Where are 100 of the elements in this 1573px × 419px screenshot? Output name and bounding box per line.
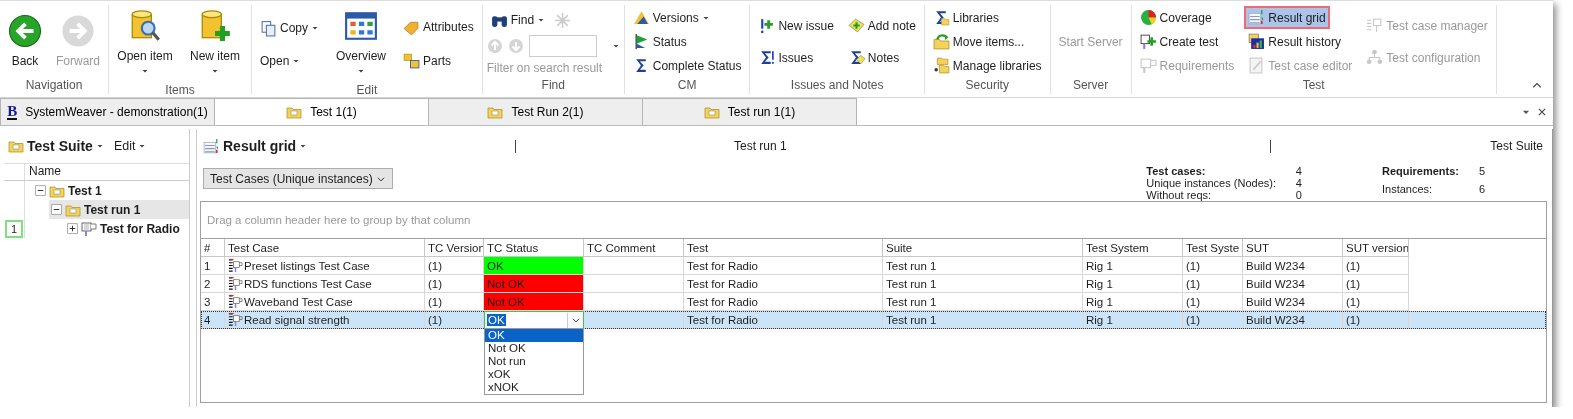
- ribbon-button[interactable]: Issues: [754, 46, 818, 69]
- table-cell: 2: [201, 275, 225, 293]
- ribbon-button[interactable]: Create test: [1135, 30, 1223, 53]
- bar-chart-icon: [1248, 33, 1266, 50]
- tab-label: Test Run 2(1): [511, 105, 584, 119]
- group-label: Items: [164, 83, 196, 97]
- table-cell: Read signal strength: [244, 313, 350, 326]
- column-header[interactable]: Test Syste: [1183, 239, 1243, 257]
- ribbon-button[interactable]: Notes: [843, 46, 904, 69]
- view-select[interactable]: Test Cases (Unique instances): [203, 168, 393, 189]
- group-label: Server: [1071, 78, 1110, 94]
- ribbon-button[interactable]: New issue: [754, 14, 838, 37]
- hierarchy-icon: [1366, 49, 1384, 66]
- test-case-icon: [228, 312, 243, 327]
- table-cell: (1): [1343, 257, 1409, 275]
- ribbon-button[interactable]: Coverage: [1135, 6, 1216, 29]
- grid-lines-icon: [203, 137, 220, 155]
- close-icon: [1537, 106, 1547, 117]
- document-tab[interactable]: B SystemWeaver - demonstration(1): [0, 98, 215, 125]
- column-header[interactable]: SUT version: [1343, 239, 1409, 257]
- dropdown-button[interactable]: [567, 312, 583, 328]
- stat-value: 4: [1294, 177, 1302, 189]
- group-label: Edit: [355, 83, 379, 97]
- edit-menu-button[interactable]: Edit: [113, 139, 147, 153]
- row-badge: 1: [5, 219, 23, 238]
- table-cell: Build W234: [1243, 257, 1343, 275]
- filter-label: Filter on search result: [486, 60, 603, 75]
- tree-item[interactable]: Test 1: [33, 181, 189, 200]
- view-menu-button[interactable]: Result grid: [203, 137, 308, 155]
- scope-label: Test Suite: [1489, 139, 1544, 153]
- app-logo: B: [7, 104, 18, 120]
- stat-label: Without reqs:: [1146, 189, 1213, 201]
- table-cell: Rig 1: [1083, 311, 1183, 329]
- table-cell: Rig 1: [1083, 275, 1183, 293]
- stat-label: Unique instances (Nodes):: [1146, 177, 1276, 189]
- table-cell: (1): [1343, 311, 1409, 329]
- find-button[interactable]: Find: [486, 8, 550, 32]
- folder-move-icon: [932, 33, 950, 50]
- grid-window-icon: [344, 9, 379, 43]
- column-header[interactable]: TC Comment: [584, 239, 684, 257]
- group-label: Test: [1301, 78, 1326, 94]
- ribbon-button[interactable]: Status: [628, 30, 691, 53]
- search-field[interactable]: [528, 35, 597, 57]
- table-cell: RDS functions Test Case: [244, 277, 372, 290]
- column-header[interactable]: Test: [684, 239, 883, 257]
- ribbon-button[interactable]: Overview: [329, 5, 394, 83]
- document-tab[interactable]: Test Run 2(1): [428, 98, 643, 125]
- ribbon-button[interactable]: Manage libraries: [928, 54, 1046, 77]
- folders-icon: [932, 57, 950, 74]
- pie-chart-icon: [1139, 9, 1157, 26]
- table-cell: Test run 1: [883, 257, 1083, 275]
- column-header[interactable]: Test Case: [225, 239, 425, 257]
- ribbon-button[interactable]: Open: [256, 51, 305, 72]
- tree-item[interactable]: Test for Radio: [65, 219, 189, 238]
- folder-icon: [703, 104, 720, 120]
- table-cell: Test for Radio: [684, 257, 883, 275]
- ribbon-button[interactable]: New item: [183, 5, 247, 83]
- ribbon-button[interactable]: Complete Status: [628, 54, 746, 77]
- ribbon-button[interactable]: Copy: [256, 16, 324, 40]
- table-cell: Test run 1: [883, 275, 1083, 293]
- column-header[interactable]: Test System: [1083, 239, 1183, 257]
- create-test-icon: [1139, 33, 1157, 50]
- table-cell: Test for Radio: [684, 275, 883, 293]
- ribbon-button[interactable]: Libraries: [928, 6, 1003, 29]
- table-cell: Preset listings Test Case: [244, 259, 370, 272]
- ribbon-button[interactable]: Add note: [843, 14, 920, 37]
- table-cell: Build W234: [1243, 275, 1343, 293]
- copy-icon: [260, 19, 277, 37]
- column-header[interactable]: Name: [25, 164, 61, 180]
- ribbon-button[interactable]: Parts: [399, 49, 456, 73]
- ribbon-button[interactable]: Open item: [113, 5, 177, 83]
- table-cell: (1): [1183, 311, 1243, 329]
- ribbon-button[interactable]: Result grid: [1244, 6, 1330, 29]
- table-row[interactable]: 1 Preset listings Test Case (1) OK Test for Radio Test run 1 Rig 1 (1) Build W234 (1): [201, 257, 1546, 275]
- new-issue-icon: [758, 17, 776, 34]
- caret-icon: [299, 142, 308, 150]
- table-cell: Test for Radio: [684, 311, 883, 329]
- stat-label: Test cases:: [1146, 165, 1207, 177]
- tab-label: Test run 1(1): [727, 105, 796, 119]
- ribbon-button[interactable]: Back: [4, 10, 46, 73]
- table-cell: (1): [1183, 275, 1243, 293]
- stat-value: 4: [1294, 165, 1302, 177]
- column-header[interactable]: #: [201, 239, 225, 257]
- versions-icon: [632, 9, 650, 26]
- panel-menu-button[interactable]: Test Suite: [8, 138, 104, 154]
- ribbon-button[interactable]: Attributes: [399, 15, 478, 39]
- ribbon-button[interactable]: Result history: [1244, 30, 1345, 53]
- ribbon-button[interactable]: Versions: [628, 6, 714, 29]
- stat-value: 6: [1477, 183, 1485, 197]
- tree-item[interactable]: Test run 1: [49, 200, 189, 219]
- dropdown-option[interactable]: OK: [485, 329, 583, 342]
- table-cell: (1): [1343, 275, 1409, 293]
- folder-icon: [286, 104, 303, 120]
- column-header[interactable]: SUT: [1243, 239, 1343, 257]
- test-case-icon: [228, 276, 243, 291]
- table-row[interactable]: 2 RDS functions Test Case (1) Not OK Test for Radio Test run 1 Rig 1 (1) Build W234 (1): [201, 275, 1546, 293]
- column-header[interactable]: Suite: [883, 239, 1083, 257]
- document-tab[interactable]: Test run 1(1): [642, 98, 857, 125]
- status-cell: Not OK: [484, 275, 584, 293]
- ribbon-button[interactable]: Move items...: [928, 30, 1029, 53]
